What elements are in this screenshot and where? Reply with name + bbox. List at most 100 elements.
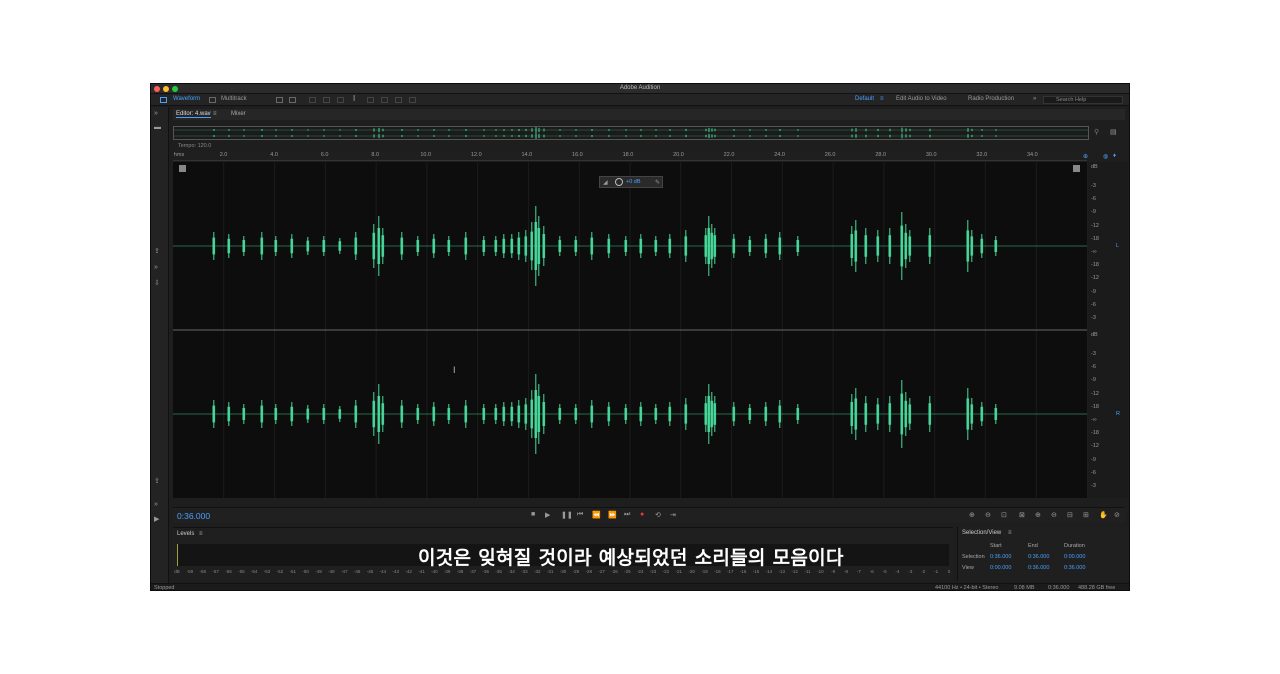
headphones-icon[interactable]: ◍ [1103,153,1108,160]
level-scale: dB -59 -58 -57 -56 -55 -54 -53 -52 -51 -50 -49 -48 -4… [173,569,953,577]
selection-end[interactable]: 0:36.000 [1028,554,1049,560]
level-scale-label: -2 [921,569,926,574]
zoom-out-time-icon[interactable]: ⊖ [1051,511,1057,519]
zoom-fit-icon[interactable]: ⊞ [1083,511,1089,519]
workspace-default[interactable]: Default [855,96,874,102]
zoom-out-full-icon[interactable]: ⊠ [1019,511,1025,519]
lasso-tool-icon[interactable] [381,97,388,103]
db-scale-label: -18 [1091,403,1099,410]
time-display[interactable]: 0:36.000 [177,511,210,521]
spectral-display-icon[interactable] [276,97,283,103]
row-selection: Selection [962,554,985,560]
col-duration: Duration [1064,543,1085,549]
export-icon[interactable]: ⇪ [154,247,160,255]
export-icon-2[interactable]: ⇪ [154,477,160,485]
zoom-out-amplitude-icon[interactable]: ⊖ [985,511,991,519]
ruler-tick: 22.0 [723,152,735,158]
expand-panel-icon[interactable]: » [154,110,158,117]
level-scale-label: -5 [882,569,887,574]
multitrack-mode-button[interactable]: Multitrack [221,96,247,104]
move-to-next-button[interactable]: ⏭ [624,511,630,519]
view-end[interactable]: 0:36.000 [1028,565,1049,571]
editor-panel-header: Editor: 4.wav ≡ Mixer [173,109,1125,120]
move-tool-icon[interactable] [309,97,316,103]
expand-panel-icon-3[interactable]: » [154,501,158,508]
workspace-edit-audio-to-video[interactable]: Edit Audio to Video [896,96,947,102]
channel-label[interactable]: L [1116,243,1119,249]
stop-button[interactable]: ■ [531,511,535,518]
db-scale-label: -9 [1091,288,1096,295]
ruler-tick: 14.0 [521,152,533,158]
skip-selection-button[interactable]: ⇥ [670,511,676,519]
tab-editor[interactable]: Editor: 4.wav [176,111,211,118]
hand-tool-icon[interactable]: ✋ [1099,511,1108,519]
zoom-full-icon[interactable]: ⊟ [1067,511,1073,519]
waveform-mode-button[interactable]: Waveform [173,96,200,104]
pin-marker-icon[interactable]: ♦ [1113,153,1116,159]
ruler-tick: 2.0 [219,152,228,158]
razor-tool-icon[interactable] [323,97,330,103]
zoom-in-time-icon[interactable]: ⊕ [1035,511,1041,519]
fast-forward-button[interactable]: ⏩ [608,511,617,519]
pin-icon[interactable]: ✎ [655,179,660,186]
selection-view-menu-icon[interactable]: ≡ [1008,530,1012,536]
loop-playback-button[interactable]: ⟲ [655,511,661,519]
import-icon[interactable]: ⇩ [154,279,160,287]
more-workspaces-icon[interactable]: » [1033,96,1036,102]
move-to-previous-button[interactable]: ⏮ [577,511,583,519]
spot-healing-tool-icon[interactable] [409,97,416,103]
waveform-icon [160,97,167,103]
overview-options-icon[interactable]: ▤ [1110,128,1117,136]
db-scale-label: -9 [1091,377,1096,384]
rewind-button[interactable]: ⏪ [592,511,601,519]
zoom-icon[interactable]: ⚲ [1094,128,1099,136]
pause-button[interactable]: ❚❚ [561,511,573,519]
workspace-menu-icon[interactable]: ≡ [880,96,884,102]
levels-title: Levels [177,531,195,537]
transport-options-icon[interactable]: ⊘ [1114,511,1120,519]
selection-duration[interactable]: 0:00.000 [1064,554,1085,560]
ruler-tick: 34.0 [1026,152,1038,158]
level-scale-label: -7 [856,569,861,574]
volume-knob-icon[interactable] [615,178,623,186]
levels-menu-icon[interactable]: ≡ [199,531,203,537]
db-scale-label: -∞ [1091,417,1097,423]
search-help-input[interactable]: Search Help [1043,96,1123,104]
time-selection-tool-icon[interactable]: I [353,94,355,103]
play-button[interactable]: ▶ [545,511,550,519]
channel-toggle-icon-right[interactable] [1073,165,1080,172]
zoom-in-vertical-icon[interactable]: ⊕ [1083,153,1088,160]
audition-window: Adobe Audition Waveform Multitrack I Def… [150,83,1130,591]
status-state: Stopped [154,585,175,591]
expand-panel-icon-2[interactable]: » [154,264,158,271]
level-scale-label: -59 [186,569,194,574]
selection-start[interactable]: 0:36.000 [990,554,1011,560]
editor-menu-icon[interactable]: ≡ [213,111,217,117]
view-start[interactable]: 0:00.000 [990,565,1011,571]
level-scale-label: -54 [250,569,258,574]
open-folder-icon[interactable]: ▬ [154,124,161,131]
ruler-tick: 12.0 [470,152,482,158]
channel-toggle-icon[interactable] [179,165,186,172]
slip-tool-icon[interactable] [337,97,344,103]
tab-mixer[interactable]: Mixer [231,111,246,117]
brush-tool-icon[interactable] [395,97,402,103]
marquee-tool-icon[interactable] [367,97,374,103]
workspace-radio-production[interactable]: Radio Production [968,96,1014,102]
view-duration[interactable]: 0:36.000 [1064,565,1085,571]
hud-gain-value[interactable]: +0 dB [626,179,641,185]
spectral-pitch-icon[interactable] [289,97,296,103]
zoom-in-amplitude-icon[interactable]: ⊕ [969,511,975,519]
ruler-tick: 32.0 [976,152,988,158]
level-scale-label: -56 [225,569,232,574]
overview-bar[interactable] [173,126,1089,140]
channel-label[interactable]: R [1116,411,1120,417]
db-scale-label: -18 [1091,262,1099,269]
app-title: Adobe Audition [619,85,661,91]
record-button[interactable]: ● [640,511,644,518]
waveform-display[interactable]: I [173,162,1087,498]
time-ruler[interactable]: hms 2.0 4.0 6.0 8.0 10.0 12.0 14.0 16.0 18.0 20.0… [173,151,1087,161]
play-icon-small[interactable]: ▶ [154,515,159,523]
zoom-selection-icon[interactable]: ⊡ [1001,511,1007,519]
hud-volume-control[interactable]: ◢ +0 dB ✎ [599,176,663,188]
